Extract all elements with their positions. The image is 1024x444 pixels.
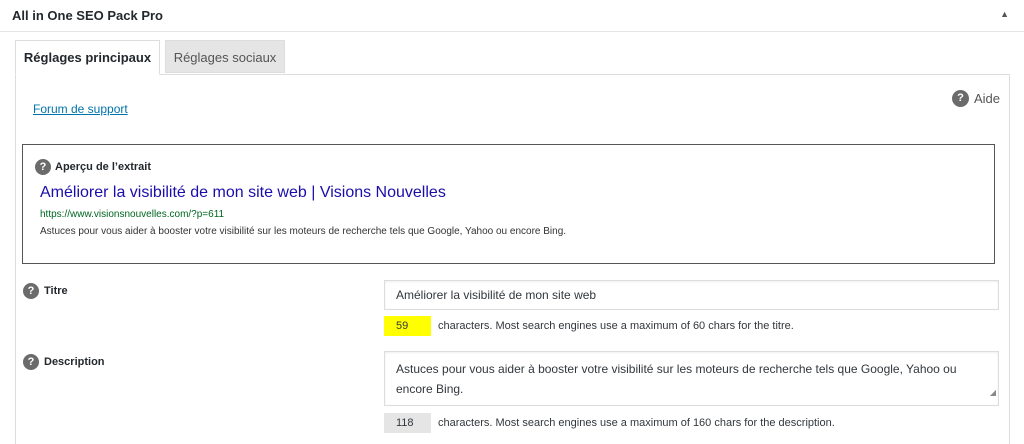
title-label-text: Titre bbox=[44, 285, 68, 297]
snippet-title: Améliorer la visibilité de mon site web … bbox=[40, 184, 446, 201]
title-input[interactable]: Améliorer la visibilité de mon site web bbox=[384, 280, 999, 310]
triangle-up-icon[interactable]: ▲ bbox=[1000, 9, 1009, 19]
question-icon: ? bbox=[951, 90, 969, 107]
question-icon[interactable]: ? bbox=[35, 159, 51, 175]
panel-title: All in One SEO Pack Pro bbox=[12, 8, 163, 23]
title-char-counter: 59 bbox=[384, 316, 431, 336]
help-label: Aide bbox=[973, 91, 1000, 106]
snippet-description: Astuces pour vous aider à booster votre … bbox=[40, 226, 567, 237]
question-icon[interactable]: ? bbox=[23, 354, 39, 370]
tab-main-settings[interactable]: Réglages principaux bbox=[15, 40, 160, 75]
title-counter-note: characters. Most search engines use a ma… bbox=[438, 320, 794, 332]
help-button[interactable]: ? Aide bbox=[951, 90, 1000, 107]
description-label-text: Description bbox=[44, 356, 105, 368]
support-forum-link[interactable]: Forum de support bbox=[33, 102, 128, 116]
snippet-url: https://www.visionsnouvelles.com/?p=611 bbox=[40, 209, 225, 220]
snippet-heading: ? Aperçu de l’extrait bbox=[35, 159, 151, 175]
description-char-counter: 118 bbox=[384, 413, 431, 433]
description-field-label: ? Description bbox=[23, 354, 105, 370]
description-counter-note: characters. Most search engines use a ma… bbox=[438, 417, 835, 429]
tab-social-settings[interactable]: Réglages sociaux bbox=[165, 40, 285, 73]
panel-header: All in One SEO Pack Pro ▲ bbox=[0, 0, 1024, 32]
snippet-heading-label: Aperçu de l’extrait bbox=[55, 161, 151, 173]
resize-handle-icon[interactable]: ◢ bbox=[990, 383, 996, 403]
snippet-preview-box: ? Aperçu de l’extrait Améliorer la visib… bbox=[22, 144, 995, 264]
title-field-label: ? Titre bbox=[23, 283, 68, 299]
description-textarea[interactable]: Astuces pour vous aider à booster votre … bbox=[384, 351, 999, 406]
description-value: Astuces pour vous aider à booster votre … bbox=[396, 362, 957, 396]
question-icon[interactable]: ? bbox=[23, 283, 39, 299]
